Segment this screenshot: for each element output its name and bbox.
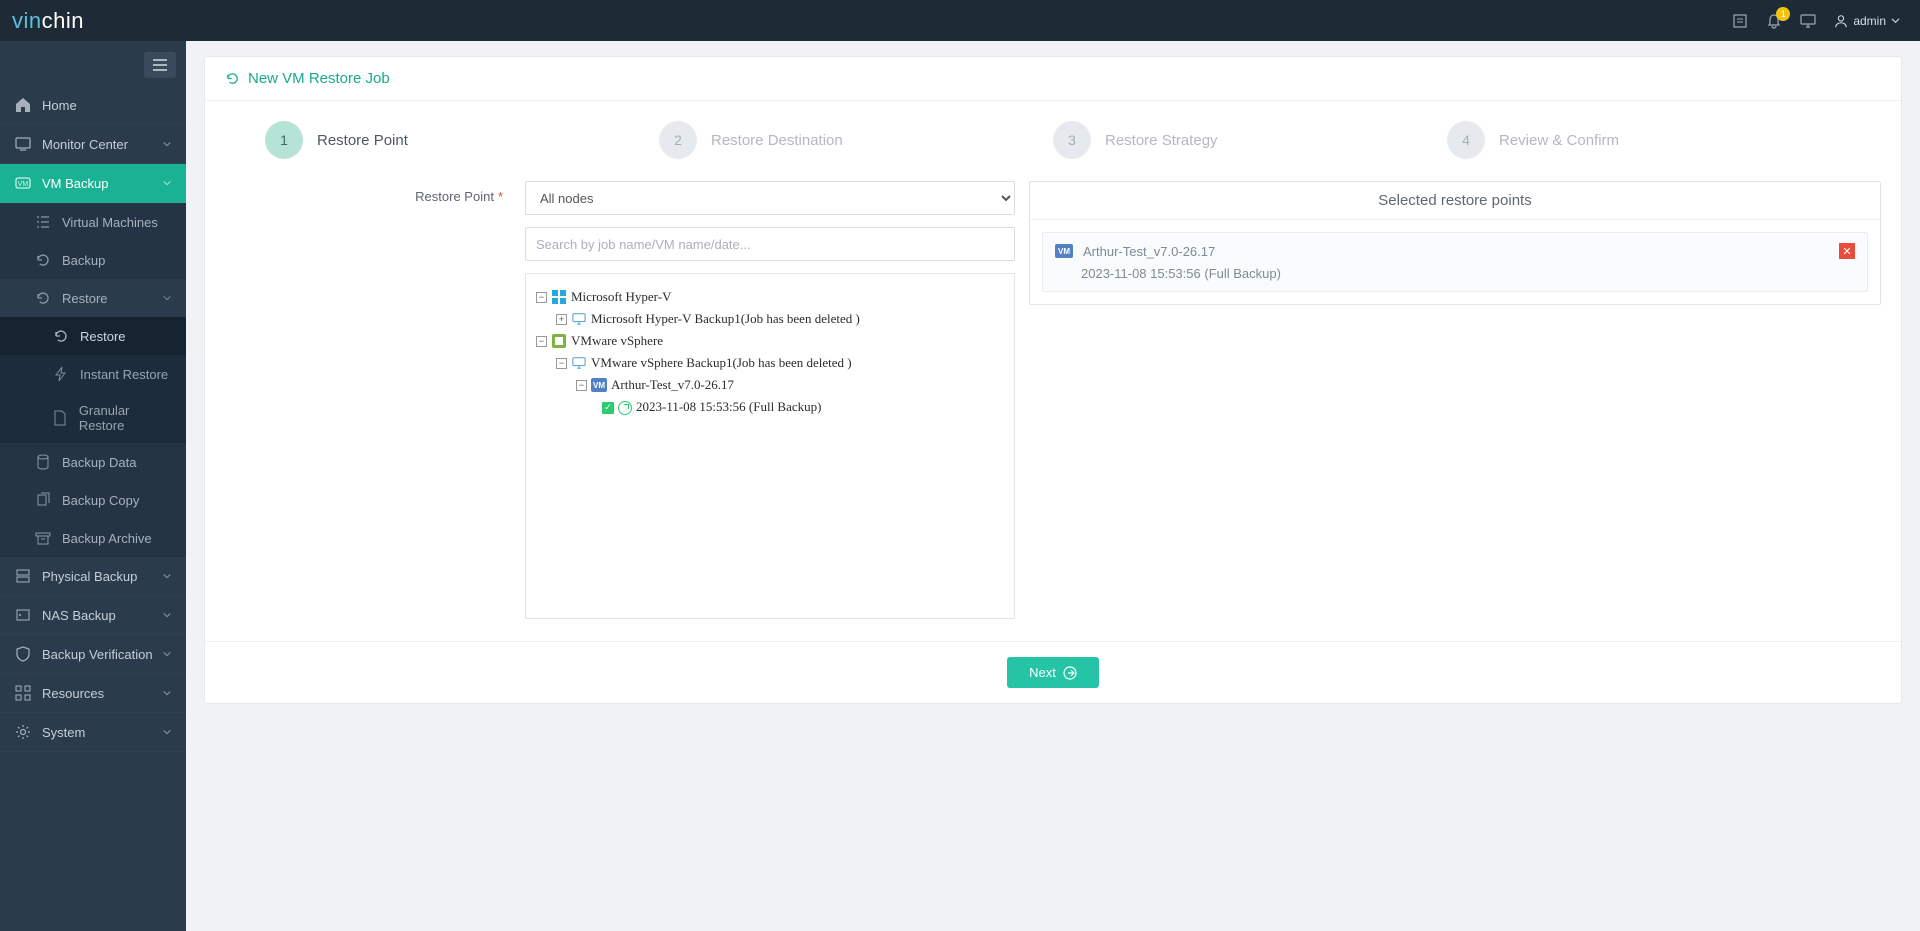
step-4[interactable]: 4 Review & Confirm xyxy=(1447,121,1841,159)
chevron-down-icon xyxy=(162,176,172,191)
nas-icon xyxy=(14,606,32,624)
chevron-icon xyxy=(162,137,172,152)
selected-restore-point: VM Arthur-Test_v7.0-26.17 ✕ 2023-11-08 1… xyxy=(1042,232,1868,292)
tree-node-label[interactable]: Microsoft Hyper-V xyxy=(571,286,671,308)
sidebar-sub-backup-data[interactable]: Backup Data xyxy=(0,443,186,481)
panel-footer: Next xyxy=(205,641,1901,703)
chevron-down-icon xyxy=(1891,16,1900,25)
chevron-icon xyxy=(162,569,172,584)
hyperv-icon xyxy=(551,289,567,305)
sidebar-item-physical[interactable]: Physical Backup xyxy=(0,557,186,596)
wizard-panel: New VM Restore Job 1 Restore Point 2 Res… xyxy=(204,56,1902,704)
sidebar-item-nas[interactable]: NAS Backup xyxy=(0,596,186,635)
tree-node-label[interactable]: VMware vSphere xyxy=(571,330,663,352)
restore-icon xyxy=(225,71,240,86)
sidebar-item-resources[interactable]: Resources xyxy=(0,674,186,713)
main-content: New VM Restore Job 1 Restore Point 2 Res… xyxy=(186,41,1920,931)
sidebar-item-verification[interactable]: Backup Verification xyxy=(0,635,186,674)
sidebar-subsub-instant[interactable]: Instant Restore xyxy=(0,355,186,393)
sidebar-sub-restore[interactable]: Restore xyxy=(0,279,186,317)
tree-toggle[interactable]: + xyxy=(556,314,567,325)
remove-button[interactable]: ✕ xyxy=(1839,243,1855,259)
selected-panel-title: Selected restore points xyxy=(1030,182,1880,220)
selected-vm-name: Arthur-Test_v7.0-26.17 xyxy=(1083,244,1215,259)
header-tasks-icon[interactable] xyxy=(1732,13,1748,29)
monitor-icon xyxy=(571,355,587,371)
page-title: New VM Restore Job xyxy=(205,57,1901,101)
sidebar-item-vmbackup[interactable]: VM Backup xyxy=(0,164,186,203)
chevron-icon xyxy=(162,725,172,740)
restore-icon xyxy=(52,327,70,345)
step-3[interactable]: 3 Restore Strategy xyxy=(1053,121,1447,159)
sidebar-sub-backup[interactable]: Backup xyxy=(0,241,186,279)
sidebar-sub-backup-copy[interactable]: Backup Copy xyxy=(0,481,186,519)
tree-toggle[interactable]: − xyxy=(536,292,547,303)
sidebar-subsub-granular[interactable]: Granular Restore xyxy=(0,393,186,443)
tree-toggle[interactable]: − xyxy=(576,380,587,391)
checkbox-checked-icon[interactable]: ✓ xyxy=(602,402,614,414)
step-1[interactable]: 1 Restore Point xyxy=(265,121,659,159)
sidebar-toggle-button[interactable] xyxy=(144,52,176,78)
chevron-icon xyxy=(162,686,172,701)
tree-node-label[interactable]: Arthur-Test_v7.0-26.17 xyxy=(611,374,734,396)
arrow-right-icon xyxy=(1063,666,1077,680)
tree-toggle[interactable]: − xyxy=(536,336,547,347)
user-menu[interactable]: admin xyxy=(1834,14,1900,28)
gear-icon xyxy=(14,723,32,741)
server-icon xyxy=(14,567,32,585)
selected-timestamp: 2023-11-08 15:53:56 (Full Backup) xyxy=(1055,266,1855,281)
next-button[interactable]: Next xyxy=(1007,657,1099,688)
doc-icon xyxy=(52,409,69,427)
bolt-icon xyxy=(52,365,70,383)
tree-node-label[interactable]: 2023-11-08 15:53:56 (Full Backup) xyxy=(636,396,821,418)
selected-panel: Selected restore points VM Arthur-Test_v… xyxy=(1029,181,1881,305)
search-input[interactable] xyxy=(525,227,1015,261)
redo-icon xyxy=(34,251,52,269)
sidebar-item-monitor[interactable]: Monitor Center xyxy=(0,125,186,164)
vm-icon: VM xyxy=(591,377,607,393)
vsphere-icon xyxy=(551,333,567,349)
header-screen-icon[interactable] xyxy=(1800,13,1816,29)
copy-icon xyxy=(34,491,52,509)
home-icon xyxy=(14,96,32,114)
node-select[interactable]: All nodes xyxy=(525,181,1015,215)
tree-node-label[interactable]: Microsoft Hyper-V Backup1(Job has been d… xyxy=(591,308,860,330)
sidebar-item-system[interactable]: System xyxy=(0,713,186,752)
shield-icon xyxy=(14,645,32,663)
chevron-icon xyxy=(162,647,172,662)
monitor-icon xyxy=(571,311,587,327)
step-2[interactable]: 2 Restore Destination xyxy=(659,121,1053,159)
grid-icon xyxy=(14,684,32,702)
chevron-down-icon xyxy=(162,291,172,306)
archive-icon xyxy=(34,529,52,547)
tree-node-label[interactable]: VMware vSphere Backup1(Job has been dele… xyxy=(591,352,852,374)
sidebar-sub-virtual-machines[interactable]: Virtual Machines xyxy=(0,203,186,241)
notification-badge: 1 xyxy=(1776,7,1790,21)
vm-icon xyxy=(14,174,32,192)
field-label: Restore Point* xyxy=(225,181,525,619)
clock-icon xyxy=(618,401,632,415)
sidebar-sub-backup-archive[interactable]: Backup Archive xyxy=(0,519,186,557)
tree-toggle[interactable]: − xyxy=(556,358,567,369)
header-notifications-icon[interactable]: 1 xyxy=(1766,13,1782,29)
db-icon xyxy=(34,453,52,471)
vm-icon: VM xyxy=(1055,244,1073,258)
monitor-icon xyxy=(14,135,32,153)
sidebar-subsub-restore[interactable]: Restore xyxy=(0,317,186,355)
chevron-icon xyxy=(162,608,172,623)
list-icon xyxy=(34,213,52,231)
wizard-steps: 1 Restore Point 2 Restore Destination 3 … xyxy=(205,101,1901,181)
restore-point-tree[interactable]: − Microsoft Hyper-V + Microsoft Hyper-V … xyxy=(525,273,1015,619)
app-header: vinchin 1 admin xyxy=(0,0,1920,41)
sidebar-item-home[interactable]: Home xyxy=(0,86,186,125)
brand-logo: vinchin xyxy=(12,8,84,34)
restore-icon xyxy=(34,289,52,307)
required-indicator: * xyxy=(498,189,503,204)
sidebar: Home Monitor Center VM Backup Virtual Ma… xyxy=(0,41,186,931)
